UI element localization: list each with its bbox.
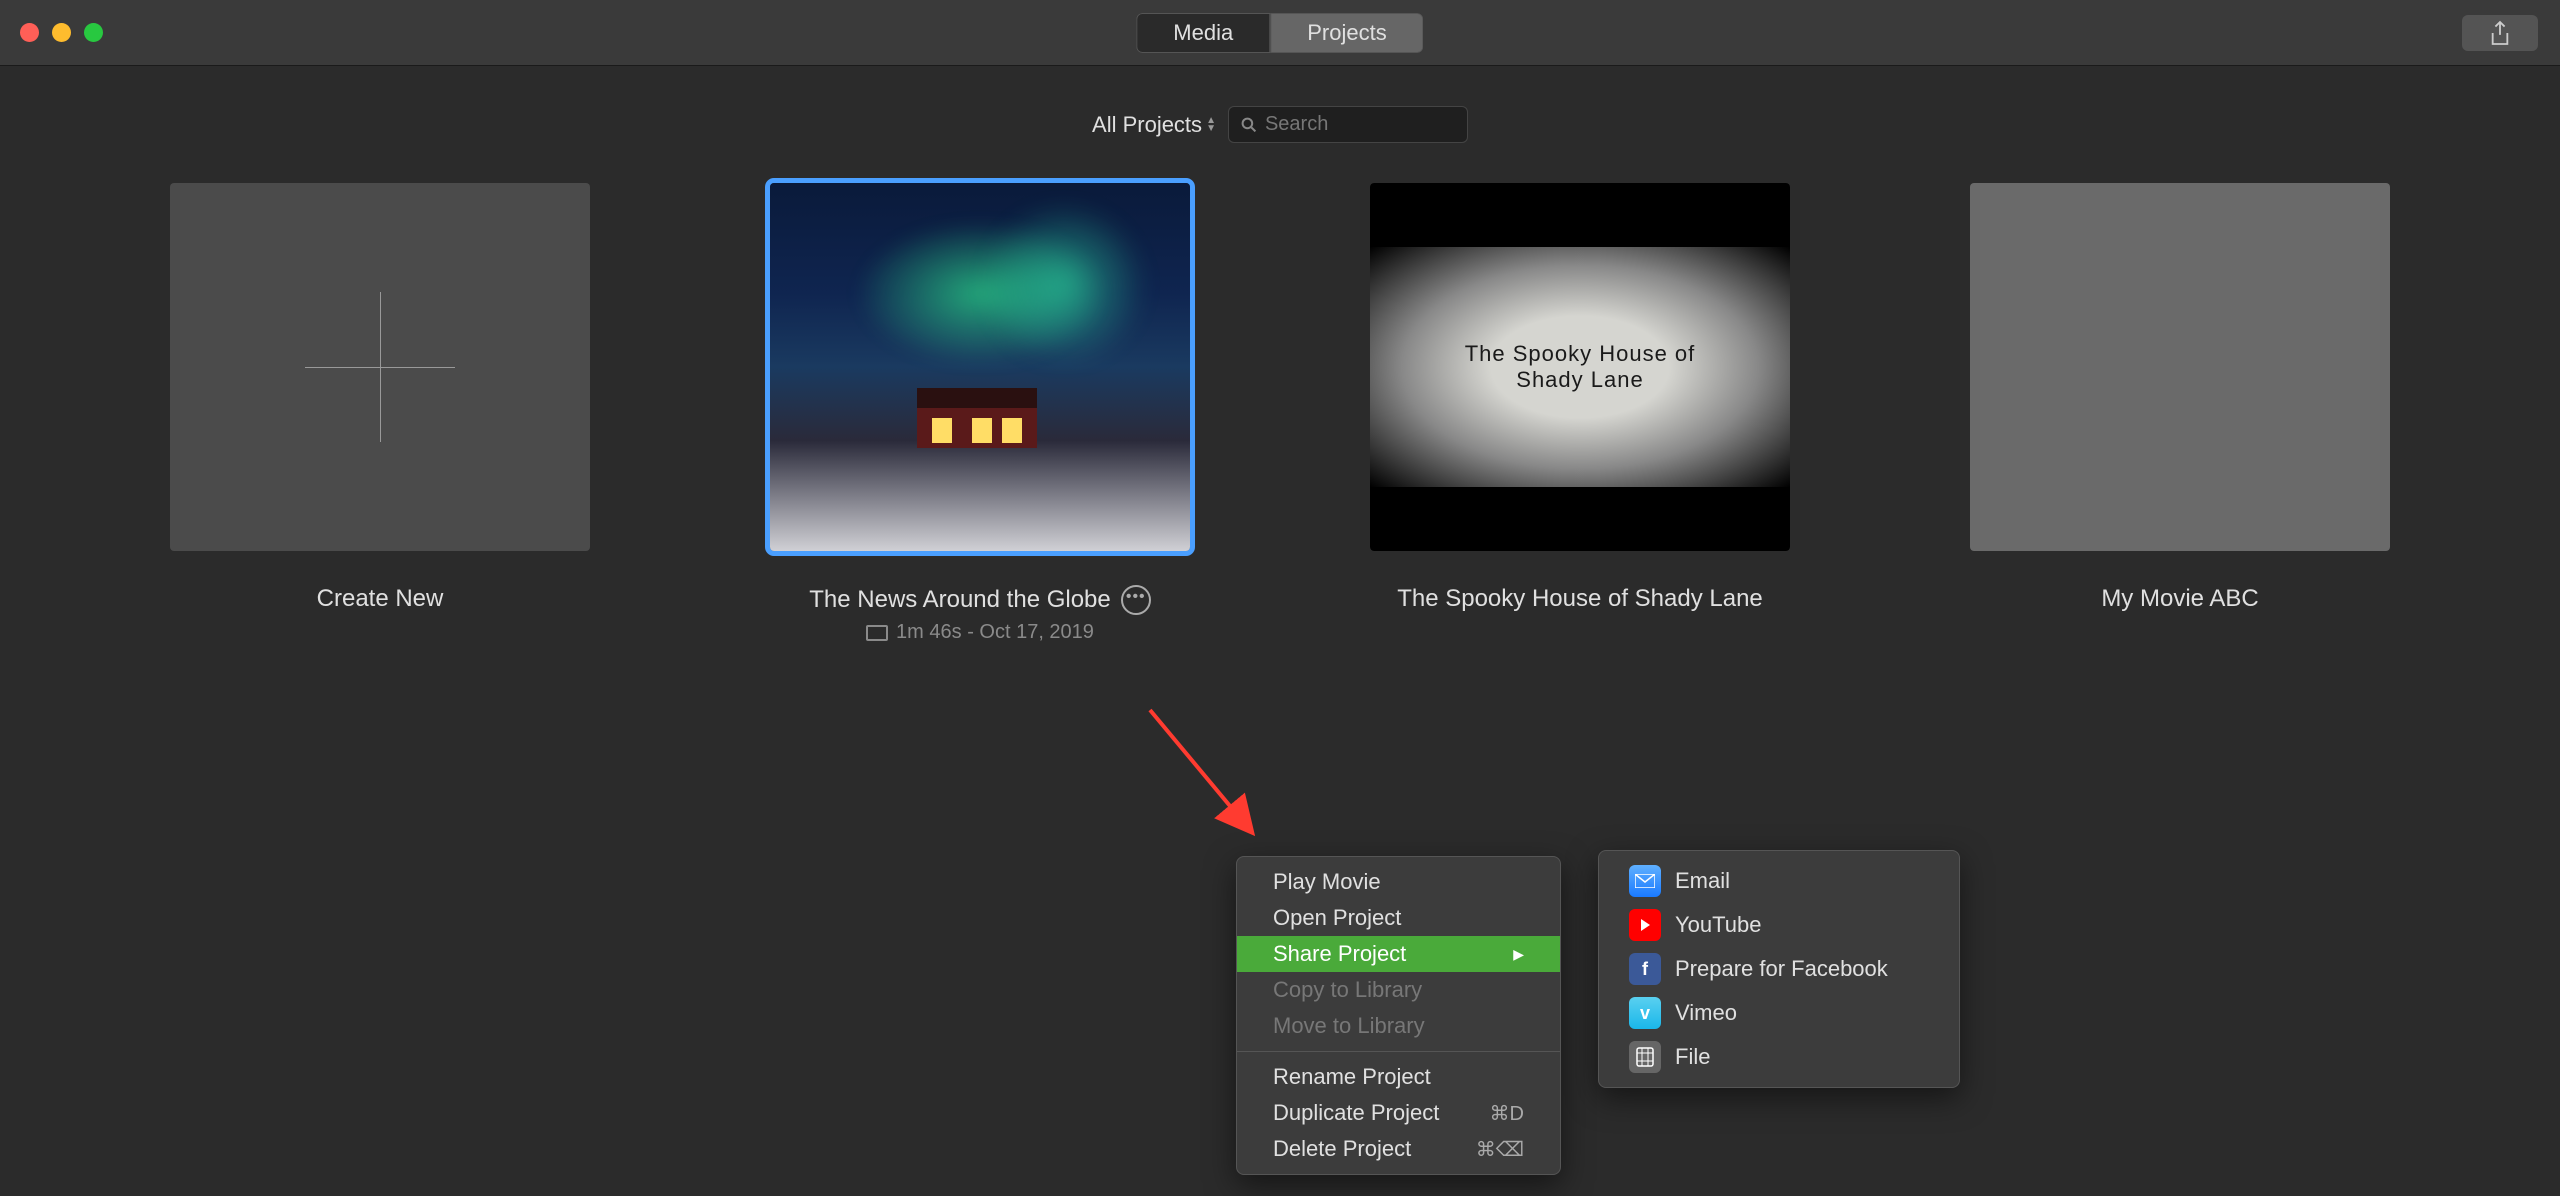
tab-media[interactable]: Media — [1136, 13, 1270, 53]
email-icon — [1629, 865, 1661, 897]
project-thumbnail[interactable]: The Spooky House of Shady Lane — [1370, 183, 1790, 551]
view-segmented-control: Media Projects — [1136, 13, 1423, 53]
search-icon — [1241, 116, 1257, 134]
facebook-icon: f — [1629, 953, 1661, 985]
create-new-label: Create New — [317, 585, 444, 613]
menu-rename-project[interactable]: Rename Project — [1237, 1059, 1560, 1095]
project-cell: My Movie ABC — [1970, 183, 2390, 644]
project-meta-text: 1m 46s - Oct 17, 2019 — [896, 621, 1094, 644]
menu-share-label: Share Project — [1273, 941, 1406, 967]
project-title: My Movie ABC — [2101, 585, 2258, 613]
submenu-email[interactable]: Email — [1599, 859, 1959, 903]
share-icon — [2489, 20, 2511, 46]
thumb-text-line2: Shady Lane — [1465, 367, 1696, 393]
projects-grid: Create New The News Around the Globe •••… — [0, 183, 2560, 644]
search-box[interactable] — [1228, 106, 1468, 143]
thumb-text-line1: The Spooky House of — [1465, 341, 1696, 367]
project-more-button[interactable]: ••• — [1121, 585, 1151, 615]
thumbnail-image: The Spooky House of Shady Lane — [1370, 183, 1790, 551]
menu-separator — [1237, 1051, 1560, 1052]
menu-shortcut: ⌘⌫ — [1476, 1137, 1524, 1162]
annotation-arrow — [1140, 700, 1290, 850]
titlebar: Media Projects — [0, 0, 2560, 66]
filmstrip-icon — [866, 625, 888, 641]
menu-open-project[interactable]: Open Project — [1237, 900, 1560, 936]
menu-share-project[interactable]: Share Project ▶ — [1237, 936, 1560, 972]
menu-duplicate-project[interactable]: Duplicate Project ⌘D — [1237, 1095, 1560, 1131]
youtube-icon — [1629, 909, 1661, 941]
menu-shortcut: ⌘D — [1490, 1101, 1524, 1126]
submenu-facebook[interactable]: f Prepare for Facebook — [1599, 947, 1959, 991]
project-cell: The News Around the Globe ••• 1m 46s - O… — [770, 183, 1190, 644]
project-thumbnail[interactable] — [1970, 183, 2390, 551]
sort-arrows-icon: ▲▼ — [1206, 117, 1216, 133]
menu-copy-to-library: Copy to Library — [1237, 972, 1560, 1008]
project-title: The News Around the Globe — [809, 586, 1111, 614]
fullscreen-window-button[interactable] — [84, 23, 103, 42]
menu-delete-label: Delete Project — [1273, 1136, 1411, 1162]
project-thumbnail[interactable] — [770, 183, 1190, 551]
search-input[interactable] — [1265, 113, 1455, 136]
thumbnail-image — [770, 183, 1190, 551]
submenu-vimeo-label: Vimeo — [1675, 1000, 1737, 1026]
tab-projects[interactable]: Projects — [1270, 13, 1423, 53]
submenu-vimeo[interactable]: v Vimeo — [1599, 991, 1959, 1035]
submenu-facebook-label: Prepare for Facebook — [1675, 956, 1888, 982]
filter-bar: All Projects ▲▼ — [0, 66, 2560, 183]
projects-filter-dropdown[interactable]: All Projects ▲▼ — [1092, 112, 1216, 138]
create-new-cell: Create New — [170, 183, 590, 644]
minimize-window-button[interactable] — [52, 23, 71, 42]
menu-duplicate-label: Duplicate Project — [1273, 1100, 1439, 1126]
plus-icon — [305, 292, 455, 442]
submenu-youtube[interactable]: YouTube — [1599, 903, 1959, 947]
share-button[interactable] — [2462, 15, 2538, 51]
close-window-button[interactable] — [20, 23, 39, 42]
project-title: The Spooky House of Shady Lane — [1397, 585, 1763, 613]
filter-label: All Projects — [1092, 112, 1202, 138]
thumbnail-image — [1970, 183, 2390, 551]
submenu-email-label: Email — [1675, 868, 1730, 894]
submenu-arrow-icon: ▶ — [1513, 946, 1524, 963]
submenu-file[interactable]: File — [1599, 1035, 1959, 1079]
menu-delete-project[interactable]: Delete Project ⌘⌫ — [1237, 1131, 1560, 1167]
menu-play-movie[interactable]: Play Movie — [1237, 864, 1560, 900]
submenu-file-label: File — [1675, 1044, 1710, 1070]
project-meta: 1m 46s - Oct 17, 2019 — [866, 621, 1094, 644]
share-submenu: Email YouTube f Prepare for Facebook v V… — [1598, 850, 1960, 1088]
project-cell: The Spooky House of Shady Lane The Spook… — [1370, 183, 1790, 644]
window-controls — [20, 23, 103, 42]
file-icon — [1629, 1041, 1661, 1073]
vimeo-icon: v — [1629, 997, 1661, 1029]
create-new-button[interactable] — [170, 183, 590, 551]
context-menu: Play Movie Open Project Share Project ▶ … — [1236, 856, 1561, 1175]
menu-move-to-library: Move to Library — [1237, 1008, 1560, 1044]
submenu-youtube-label: YouTube — [1675, 912, 1761, 938]
